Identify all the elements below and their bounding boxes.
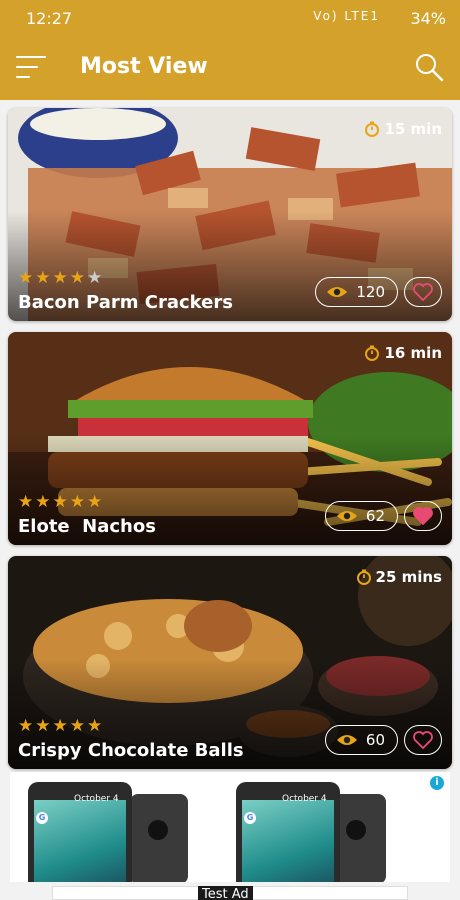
test-ad-label: Test Ad [198,886,253,900]
star-icon: ★ [35,492,51,512]
star-icon: ★ [52,716,68,736]
timer-icon [365,345,380,361]
favorite-button[interactable] [404,277,442,307]
timer-icon [365,121,380,137]
cook-time-label: 15 min [384,120,442,138]
cook-time-label: 16 min [384,344,442,362]
star-empty-icon: ★ [87,268,103,288]
views-count: 62 [324,501,398,531]
phone-image: G October 4 [28,782,132,882]
heart-outline-icon [413,283,433,301]
views-label: 120 [356,283,385,301]
star-icon: ★ [35,716,51,736]
views-count: 60 [324,725,398,755]
eye-icon [336,735,357,745]
page-title: Most View [80,54,208,79]
star-icon: ★ [18,716,34,736]
app-bar: Most View [0,36,460,100]
menu-icon[interactable] [16,56,46,80]
signal-icon: Vo) LTE1 [313,9,380,23]
search-icon[interactable] [414,52,444,82]
info-icon[interactable]: i [430,776,444,790]
phone-image: G October 4 [236,782,340,882]
rating-stars: ★ ★ ★ ★ ★ [18,718,102,735]
star-icon: ★ [69,268,85,288]
recipe-card[interactable]: 25 mins ★ ★ ★ ★ ★ Crispy Chocolate Balls 60 [8,556,452,769]
views-count: 120 [315,277,398,307]
star-icon: ★ [18,268,34,288]
rating-stars: ★ ★ ★ ★ ★ [18,494,102,511]
ad-banner[interactable]: i G October 4 G October 4 [10,772,450,882]
star-icon: ★ [87,492,103,512]
phone-date: October 4 [74,794,119,804]
recipe-title: Bacon Parm Crackers [18,292,233,313]
google-icon: G [36,812,48,824]
phone-date: October 4 [282,794,327,804]
star-icon: ★ [69,716,85,736]
cook-time: 25 mins [356,568,442,586]
cook-time-label: 25 mins [375,568,442,586]
recipe-card[interactable]: 15 min ★ ★ ★ ★ ★ Bacon Parm Crackers 120 [8,108,452,321]
views-label: 62 [365,507,385,525]
status-time: 12:27 [26,9,73,28]
recipe-title: Elote Nachos [18,516,156,537]
star-icon: ★ [52,492,68,512]
heart-outline-icon [413,731,433,749]
favorite-button[interactable] [404,725,442,755]
star-icon: ★ [87,716,103,736]
recipe-title: Crispy Chocolate Balls [18,740,244,761]
battery-level: 34% [410,9,446,28]
heart-filled-icon [413,507,433,525]
views-label: 60 [365,731,385,749]
star-icon: ★ [69,492,85,512]
phone-image [130,794,188,882]
eye-icon [336,511,357,521]
rating-stars: ★ ★ ★ ★ ★ [18,270,102,287]
eye-icon [327,287,348,297]
cook-time: 15 min [364,120,442,138]
status-bar: 12:27 Vo) LTE1 34% [0,0,460,36]
star-icon: ★ [35,268,51,288]
google-icon: G [244,812,256,824]
cook-time: 16 min [364,344,442,362]
timer-icon [356,569,371,585]
star-icon: ★ [18,492,34,512]
favorite-button[interactable] [404,501,442,531]
star-icon: ★ [52,268,68,288]
recipe-card[interactable]: 16 min ★ ★ ★ ★ ★ Elote Nachos 62 [8,332,452,545]
